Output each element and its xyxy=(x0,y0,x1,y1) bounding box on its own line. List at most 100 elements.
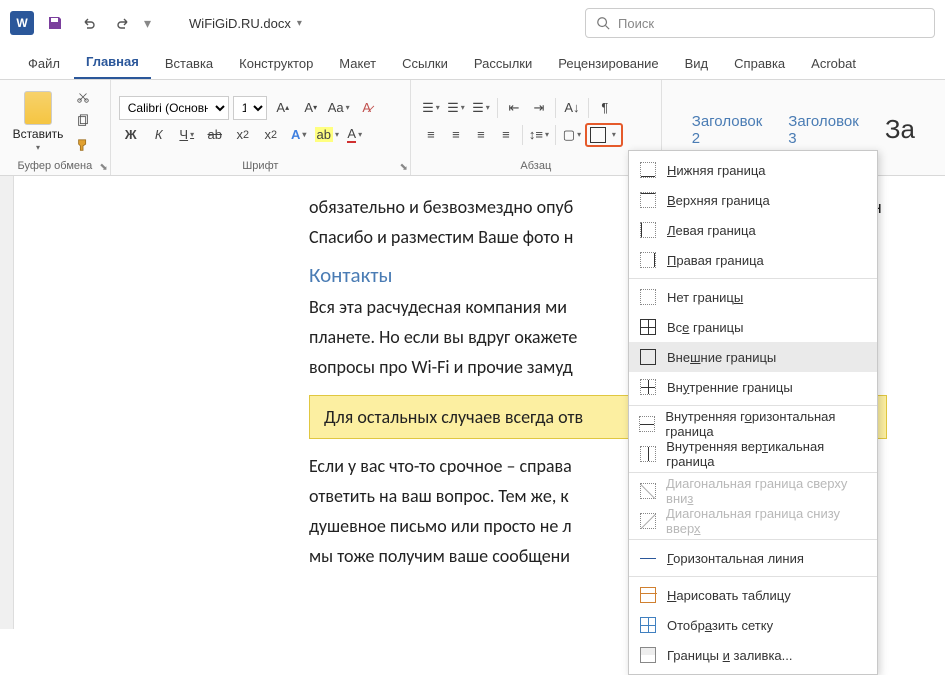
cut-button[interactable] xyxy=(72,86,94,108)
redo-button[interactable] xyxy=(110,10,136,36)
border-icon-d1 xyxy=(639,482,656,500)
border-icon-right xyxy=(639,251,657,269)
border-menu-draw[interactable]: Нарисовать таблицу xyxy=(629,580,877,610)
document-title[interactable]: WiFiGiD.RU.docx ▾ xyxy=(189,16,302,31)
border-icon-ih xyxy=(639,415,655,433)
subscript-button[interactable]: x2 xyxy=(231,123,255,147)
italic-button[interactable]: К xyxy=(147,123,171,147)
border-menu-none[interactable]: Нет границы xyxy=(629,282,877,312)
borders-split-button[interactable]: ▾ xyxy=(585,123,623,147)
shrink-font-button[interactable]: A▾ xyxy=(299,96,323,120)
border-menu-label: Горизонтальная линия xyxy=(667,551,804,566)
border-menu-hr[interactable]: Горизонтальная линия xyxy=(629,543,877,573)
border-menu-inner[interactable]: Внутренние границы xyxy=(629,372,877,402)
borders-dropdown-menu: Нижняя границаВерхняя границаЛевая грани… xyxy=(628,150,878,675)
border-menu-right[interactable]: Правая граница xyxy=(629,245,877,275)
clipboard-group-label: Буфер обмена xyxy=(8,158,102,175)
border-menu-d1: Диагональная граница сверху вниз xyxy=(629,476,877,506)
align-center-button[interactable]: ≡ xyxy=(444,123,468,147)
change-case-button[interactable]: Aa xyxy=(327,96,351,120)
border-icon-grid xyxy=(639,616,657,634)
strikethrough-button[interactable]: ab xyxy=(203,123,227,147)
menu-separator xyxy=(629,278,877,279)
font-group-label: Шрифт xyxy=(119,158,402,175)
border-menu-label: Внутренняя горизонтальная граница xyxy=(665,409,867,439)
show-marks-button[interactable]: ¶ xyxy=(593,96,617,120)
chevron-down-icon: ▾ xyxy=(36,143,40,152)
tab-рассылки[interactable]: Рассылки xyxy=(462,50,544,79)
grow-font-button[interactable]: A▴ xyxy=(271,96,295,120)
ruler[interactable] xyxy=(0,176,14,629)
align-left-button[interactable]: ≡ xyxy=(419,123,443,147)
decrease-indent-button[interactable]: ⇤ xyxy=(502,96,526,120)
tab-справка[interactable]: Справка xyxy=(722,50,797,79)
search-input[interactable]: Поиск xyxy=(585,8,935,38)
underline-button[interactable]: Ч xyxy=(175,123,199,147)
numbering-button[interactable]: ☰ xyxy=(444,96,468,120)
bullets-button[interactable]: ☰ xyxy=(419,96,443,120)
paste-label: Вставить xyxy=(13,127,64,141)
paste-button[interactable]: Вставить ▾ xyxy=(8,91,68,152)
font-name-select[interactable]: Calibri (Основной xyxy=(119,96,229,120)
font-color-button[interactable]: A xyxy=(343,123,367,147)
tab-конструктор[interactable]: Конструктор xyxy=(227,50,325,79)
font-group: Calibri (Основной 11 A▴ A▾ Aa A̷ Ж К Ч a… xyxy=(111,80,411,175)
tab-acrobat[interactable]: Acrobat xyxy=(799,50,868,79)
tab-вставка[interactable]: Вставка xyxy=(153,50,225,79)
qat-overflow[interactable]: ▾ xyxy=(144,15,151,32)
border-menu-grid[interactable]: Отобразить сетку xyxy=(629,610,877,640)
font-launcher[interactable]: ⬊ xyxy=(400,162,408,173)
increase-indent-button[interactable]: ⇥ xyxy=(527,96,551,120)
search-placeholder: Поиск xyxy=(618,16,654,31)
border-menu-all[interactable]: Все границы xyxy=(629,312,877,342)
sort-button[interactable]: A↓ xyxy=(560,96,584,120)
shading-button[interactable]: ▢ xyxy=(560,123,584,147)
save-button[interactable] xyxy=(42,10,68,36)
borders-dropdown-button[interactable]: ▾ xyxy=(608,125,620,145)
border-menu-iv[interactable]: Внутренняя вертикальная граница xyxy=(629,439,877,469)
word-app-icon: W xyxy=(10,11,34,35)
tab-рецензирование[interactable]: Рецензирование xyxy=(546,50,670,79)
border-menu-outer[interactable]: Внешние границы xyxy=(629,342,877,372)
align-right-button[interactable]: ≡ xyxy=(469,123,493,147)
border-icon-outer xyxy=(639,348,657,366)
borders-button[interactable] xyxy=(588,125,608,145)
border-menu-bottom[interactable]: Нижняя граница xyxy=(629,155,877,185)
copy-button[interactable] xyxy=(72,110,94,132)
multilevel-button[interactable]: ☰ xyxy=(469,96,493,120)
tab-макет[interactable]: Макет xyxy=(327,50,388,79)
justify-button[interactable]: ≡ xyxy=(494,123,518,147)
border-menu-left[interactable]: Левая граница xyxy=(629,215,877,245)
clipboard-launcher[interactable]: ⬊ xyxy=(99,162,107,173)
style-heading2[interactable]: Заголовок 2 xyxy=(692,113,763,147)
tab-файл[interactable]: Файл xyxy=(16,50,72,79)
border-menu-label: Диагональная граница сверху вниз xyxy=(666,476,867,506)
border-menu-d2: Диагональная граница снизу вверх xyxy=(629,506,877,536)
border-menu-label: Диагональная граница снизу вверх xyxy=(666,506,867,536)
superscript-button[interactable]: x2 xyxy=(259,123,283,147)
border-icon-left xyxy=(639,221,657,239)
text-effects-button[interactable]: A xyxy=(287,123,311,147)
tab-главная[interactable]: Главная xyxy=(74,48,151,79)
border-menu-top[interactable]: Верхняя граница xyxy=(629,185,877,215)
style-title-partial[interactable]: За xyxy=(885,114,915,145)
tab-ссылки[interactable]: Ссылки xyxy=(390,50,460,79)
format-painter-button[interactable] xyxy=(72,134,94,156)
style-heading3[interactable]: Заголовок 3 xyxy=(788,113,859,147)
font-size-select[interactable]: 11 xyxy=(233,96,267,120)
undo-button[interactable] xyxy=(76,10,102,36)
border-menu-shade[interactable]: Границы и заливка... xyxy=(629,640,877,670)
border-icon-inner xyxy=(639,378,657,396)
bold-button[interactable]: Ж xyxy=(119,123,143,147)
title-bar: W ▾ WiFiGiD.RU.docx ▾ Поиск xyxy=(0,0,945,46)
border-menu-label: Отобразить сетку xyxy=(667,618,773,633)
line-spacing-button[interactable]: ↕≡ xyxy=(527,123,551,147)
highlight-button[interactable]: ab xyxy=(315,123,339,147)
border-menu-label: Правая граница xyxy=(667,253,764,268)
border-menu-ih[interactable]: Внутренняя горизонтальная граница xyxy=(629,409,877,439)
menu-separator xyxy=(629,405,877,406)
border-menu-label: Внутренняя вертикальная граница xyxy=(666,439,867,469)
border-icon-top xyxy=(639,191,657,209)
clear-formatting-button[interactable]: A̷ xyxy=(355,96,379,120)
tab-вид[interactable]: Вид xyxy=(673,50,721,79)
